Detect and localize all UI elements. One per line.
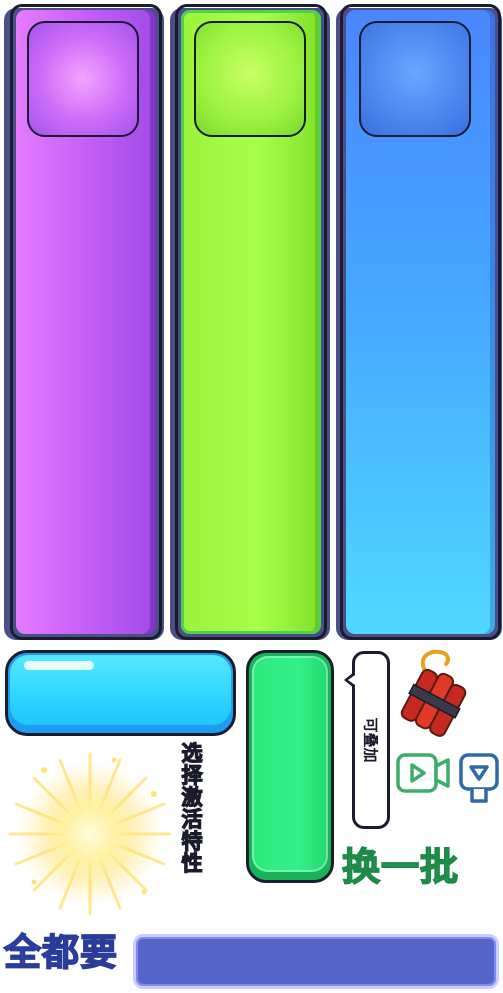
take-all-button[interactable]: 全都要 [3,922,118,976]
card-icon-slot [27,21,139,137]
green-button-face [252,656,328,872]
card-icon-slot [194,21,306,137]
video-play-icon-alt[interactable] [458,752,500,804]
cyan-button-face [10,655,231,725]
dynamite-icon [400,650,467,737]
card-purple[interactable] [10,4,162,640]
card-green[interactable] [175,4,327,640]
refresh-button[interactable]: 换一批 [341,836,459,891]
starburst-icon [8,752,172,916]
green-button[interactable] [246,650,334,883]
select-activate-label: 选择激活特性 [178,741,203,874]
video-play-icon[interactable] [396,752,450,794]
cyan-button[interactable] [5,650,236,736]
stackable-tag: 可叠加 [344,651,390,829]
bottom-bar[interactable] [133,934,499,989]
card-icon-slot [359,21,471,137]
card-blue[interactable] [340,4,501,640]
stackable-label: 可叠加 [361,717,380,763]
button-shine [24,661,94,670]
tag-pointer-fill [348,675,355,685]
